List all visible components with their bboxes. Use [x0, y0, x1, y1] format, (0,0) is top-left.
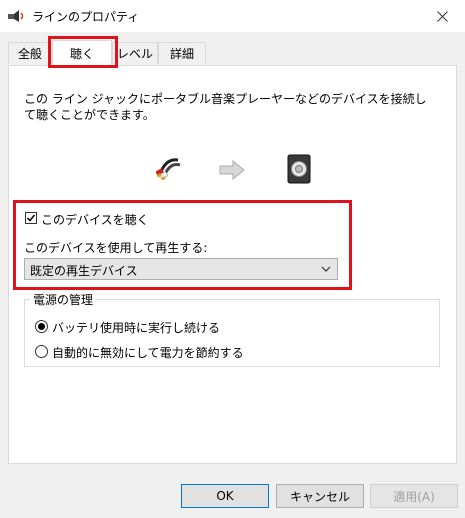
- checkmark-icon: [26, 214, 36, 222]
- power-management-title: 電源の管理: [30, 291, 97, 308]
- keep-running-on-battery-radio[interactable]: [35, 320, 48, 333]
- chevron-down-icon: [321, 266, 331, 272]
- tab-advanced-label: 詳細: [169, 47, 194, 61]
- auto-disable-power-save-label[interactable]: 自動的に無効にして電力を節約する: [52, 344, 244, 361]
- window-title: ラインのプロパティ: [32, 10, 140, 24]
- playback-device-value: 既定の再生デバイス: [30, 264, 138, 278]
- speaker-app-icon: [8, 10, 24, 22]
- listen-checkbox-label[interactable]: このデバイスを聴く: [41, 211, 149, 228]
- radio-selected-dot: [38, 323, 45, 330]
- ok-button-label: OK: [216, 489, 234, 503]
- description-text: この ライン ジャックにポータブル音楽プレーヤーなどのデバイスを接続して聴くこと…: [24, 92, 427, 122]
- keep-running-on-battery-label[interactable]: バッテリ使用時に実行し続ける: [52, 319, 220, 336]
- arrow-right-icon: [219, 160, 245, 180]
- ok-button[interactable]: OK: [181, 484, 269, 508]
- tab-levels[interactable]: レベル: [112, 42, 158, 64]
- tab-general[interactable]: 全般: [8, 42, 52, 64]
- cancel-button-label: キャンセル: [289, 489, 350, 504]
- close-button[interactable]: [419, 0, 465, 32]
- title-bar: ラインのプロパティ: [0, 0, 465, 32]
- apply-button[interactable]: 適用(A): [370, 484, 458, 508]
- tab-levels-label: レベル: [116, 47, 153, 61]
- playback-device-label: このデバイスを使用して再生する:: [24, 241, 208, 255]
- tab-listen-label: 聴く: [69, 47, 94, 61]
- tab-listen[interactable]: 聴く: [52, 40, 112, 66]
- cancel-button[interactable]: キャンセル: [276, 484, 364, 508]
- playback-device-select[interactable]: 既定の再生デバイス: [24, 258, 338, 280]
- apply-button-label: 適用(A): [393, 489, 435, 504]
- listen-checkbox[interactable]: [25, 212, 37, 224]
- speaker-icon: [287, 154, 311, 184]
- auto-disable-power-save-radio[interactable]: [35, 345, 48, 358]
- tab-general-label: 全般: [17, 47, 42, 61]
- tab-strip: 全般 聴く レベル 詳細: [8, 40, 458, 66]
- close-icon: [436, 10, 448, 22]
- tab-advanced[interactable]: 詳細: [158, 42, 206, 64]
- audio-cable-icon: [156, 158, 181, 180]
